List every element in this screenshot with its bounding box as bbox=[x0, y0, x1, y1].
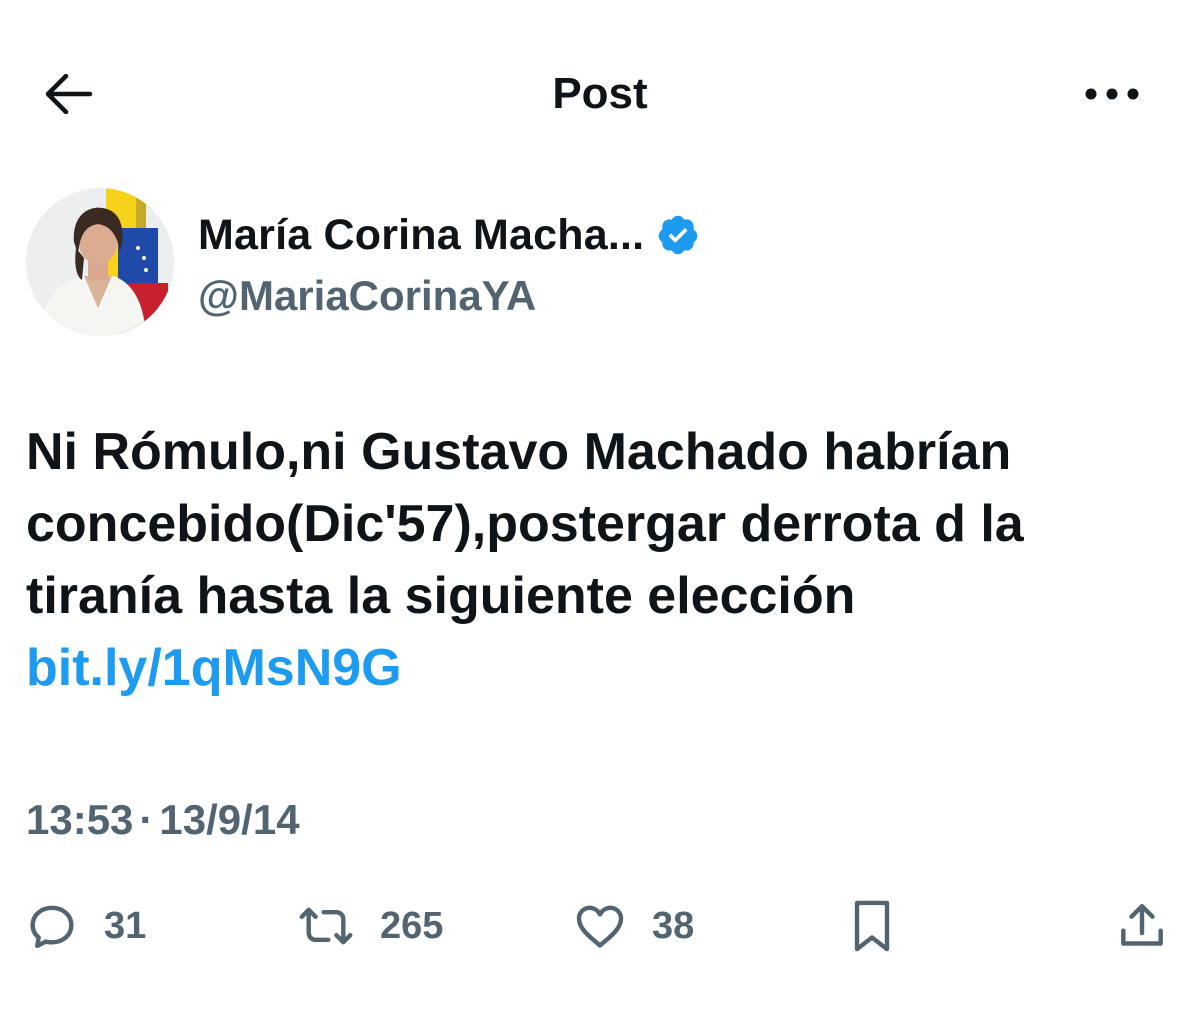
meta-separator: · bbox=[139, 796, 154, 843]
heart-icon bbox=[576, 905, 624, 948]
post-timestamp[interactable]: 13:53 · 13/9/14 bbox=[26, 792, 300, 848]
post-text: Ni Rómulo,ni Gustavo Machado habrían con… bbox=[26, 423, 1024, 625]
post-date: 13/9/14 bbox=[159, 796, 300, 843]
display-name[interactable]: María Corina Macha... bbox=[198, 211, 644, 260]
user-handle[interactable]: @MariaCorinaYA bbox=[198, 268, 536, 324]
bookmark-button[interactable] bbox=[844, 890, 900, 962]
top-bar: Post bbox=[0, 0, 1200, 190]
action-bar: 31 265 38 bbox=[0, 890, 1200, 962]
display-name-row: María Corina Macha... bbox=[198, 206, 700, 264]
reply-icon bbox=[30, 905, 74, 949]
page-title: Post bbox=[552, 69, 648, 118]
post-author: María Corina Macha... @MariaCorinaYA bbox=[26, 188, 1176, 338]
more-horizontal-icon bbox=[1085, 88, 1139, 100]
repost-icon bbox=[299, 907, 353, 945]
like-button[interactable]: 38 bbox=[572, 890, 694, 962]
reply-count: 31 bbox=[104, 904, 147, 947]
repost-count: 265 bbox=[380, 904, 444, 947]
post-link[interactable]: bit.ly/1qMsN9G bbox=[26, 639, 402, 697]
repost-button[interactable]: 265 bbox=[296, 890, 443, 962]
like-count: 38 bbox=[652, 904, 695, 947]
share-icon bbox=[1121, 903, 1163, 946]
back-button[interactable] bbox=[38, 66, 98, 122]
post-body: Ni Rómulo,ni Gustavo Machado habrían con… bbox=[26, 416, 1176, 704]
verified-badge-icon bbox=[656, 213, 700, 257]
arrow-left-icon bbox=[45, 74, 93, 114]
post-time: 13:53 bbox=[26, 796, 134, 843]
share-button[interactable] bbox=[1114, 890, 1170, 962]
bookmark-icon bbox=[854, 900, 890, 952]
reply-button[interactable]: 31 bbox=[24, 890, 146, 962]
more-options-button[interactable] bbox=[1080, 70, 1144, 118]
avatar[interactable] bbox=[26, 188, 174, 336]
